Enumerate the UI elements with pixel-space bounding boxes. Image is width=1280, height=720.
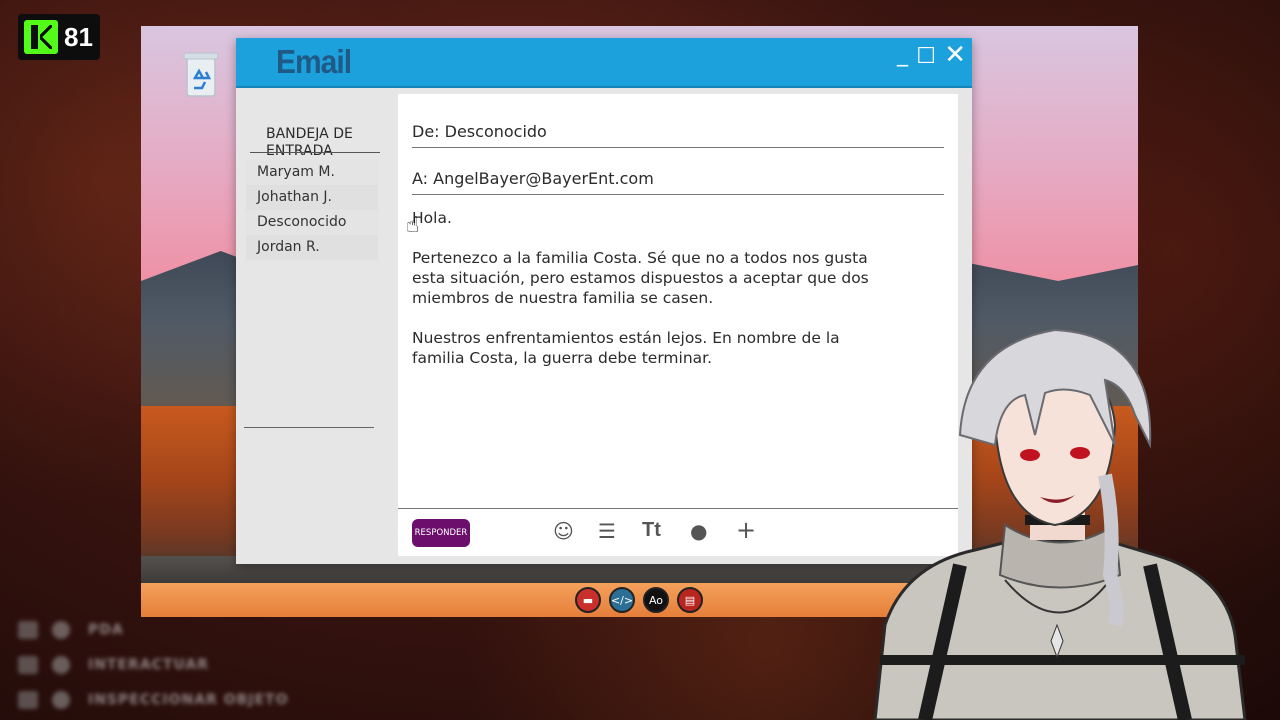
message-paragraph-2: Nuestros enfrentamientos están lejos. En…	[412, 329, 840, 367]
key-icon	[18, 655, 38, 674]
inbox-divider	[250, 152, 380, 153]
inbox-title: BANDEJA DE ENTRADA	[266, 126, 353, 159]
reply-button[interactable]: RESPONDER	[412, 519, 470, 547]
key-icon	[18, 620, 38, 639]
kick-logo-icon	[24, 20, 58, 54]
email-window: Email _ ☐ ✕ BANDEJA DE ENTRADA Maryam M.…	[236, 38, 972, 564]
viewer-badge: 81	[18, 14, 100, 60]
message-body: Hola. Pertenezco a la familia Costa. Sé …	[412, 208, 892, 388]
taskbar-apps: ▬ </> Ao ▤	[575, 587, 703, 613]
recycle-bin-icon[interactable]	[181, 48, 221, 100]
hand-cursor-icon: ☝	[406, 213, 420, 238]
text-size-icon[interactable]: Tt	[642, 519, 661, 542]
game-hud: PDA INTERACTUAR INSPECCIONAR OBJETO	[18, 612, 289, 717]
viewer-count: 81	[64, 21, 93, 52]
font-app-icon[interactable]: Ao	[643, 587, 669, 613]
color-icon[interactable]: ●	[690, 519, 707, 543]
controller-button-icon	[52, 655, 70, 674]
inbox-item-johathan[interactable]: Johathan J.	[246, 185, 378, 210]
code-editor-icon[interactable]: </>	[609, 587, 635, 613]
email-app-title: Email	[276, 43, 352, 81]
close-icon[interactable]: ✕	[944, 40, 966, 70]
hud-label: INTERACTUAR	[88, 656, 210, 673]
maximize-icon[interactable]: ☐	[916, 44, 936, 69]
key-icon	[18, 690, 38, 709]
inbox-list: Maryam M. Johathan J. Desconocido Jordan…	[246, 160, 378, 260]
to-field: A: AngelBayer@BayerEnt.com	[412, 169, 944, 195]
hud-action-interact: INTERACTUAR	[18, 647, 289, 682]
hud-label: INSPECCIONAR OBJETO	[88, 691, 289, 708]
from-field: De: Desconocido	[412, 122, 944, 148]
streamer-avatar	[873, 328, 1247, 720]
hud-action-inspect: INSPECCIONAR OBJETO	[18, 682, 289, 717]
inbox-item-desconocido[interactable]: Desconocido	[246, 210, 378, 235]
inbox-item-maryam[interactable]: Maryam M.	[246, 160, 378, 185]
browser-app-icon[interactable]: ▤	[677, 587, 703, 613]
message-paragraph-1: Pertenezco a la familia Costa. Sé que no…	[412, 249, 869, 307]
controller-button-icon	[52, 690, 70, 709]
align-icon[interactable]: ☰	[598, 519, 616, 543]
hud-action-pda: PDA	[18, 612, 289, 647]
message-greeting: Hola.	[412, 209, 452, 227]
sidebar-divider	[244, 427, 374, 428]
presentation-app-icon[interactable]: ▬	[575, 587, 601, 613]
emoji-icon[interactable]: ☺	[553, 519, 574, 543]
hud-label: PDA	[88, 621, 124, 638]
inbox-item-jordan[interactable]: Jordan R.	[246, 235, 378, 260]
controller-button-icon	[52, 620, 70, 639]
inbox-sidebar: BANDEJA DE ENTRADA Maryam M. Johathan J.…	[236, 90, 396, 564]
email-titlebar[interactable]: Email _ ☐ ✕	[236, 38, 972, 88]
minimize-icon[interactable]: _	[897, 42, 908, 67]
add-icon[interactable]: +	[736, 516, 756, 544]
